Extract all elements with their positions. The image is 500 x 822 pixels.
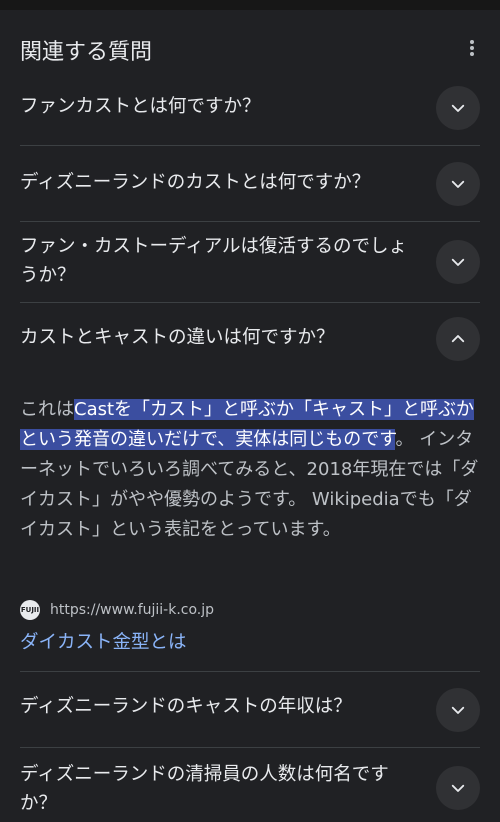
chevron-down-icon[interactable] xyxy=(436,86,480,130)
divider xyxy=(20,145,480,146)
source-title-link[interactable]: ダイカスト金型とは xyxy=(20,628,187,654)
source-site[interactable]: FUJII https://www.fujii-k.co.jp xyxy=(20,598,214,622)
status-strip xyxy=(0,0,500,10)
question-row-6[interactable]: ディズニーランドの清掃員の人数は何名ですか？ xyxy=(0,760,500,822)
divider xyxy=(20,747,480,748)
chevron-up-icon[interactable] xyxy=(436,317,480,361)
question-row-5[interactable]: ディズニーランドのキャストの年収は？ xyxy=(0,686,500,746)
chevron-down-icon[interactable] xyxy=(436,766,480,810)
divider xyxy=(20,671,480,672)
chevron-down-icon[interactable] xyxy=(436,162,480,206)
chevron-down-icon[interactable] xyxy=(436,688,480,732)
question-row-4-expanded[interactable]: カストとキャストの違いは何ですか？ xyxy=(0,317,500,369)
section-title: 関連する質問 xyxy=(20,40,153,65)
question-text: ファンカストとは何ですか？ xyxy=(20,96,261,117)
chevron-down-icon[interactable] xyxy=(436,240,480,284)
site-favicon: FUJII xyxy=(20,600,40,620)
question-text: ディズニーランドのカストとは何ですか？ xyxy=(20,172,371,193)
divider xyxy=(20,221,480,222)
site-favicon-text: FUJII xyxy=(20,606,40,614)
kebab-icon[interactable] xyxy=(465,38,479,60)
question-text: カストとキャストの違いは何ですか？ xyxy=(20,327,335,348)
source-url: https://www.fujii-k.co.jp xyxy=(50,602,215,618)
answer-text: これはCastを「カスト」と呼ぶか「キャスト」と呼ぶかという発音の違いだけで、実… xyxy=(20,395,482,545)
question-text: ファン・カストーディアルは復活するのでしょうか？ xyxy=(20,236,408,286)
question-row-2[interactable]: ディズニーランドのカストとは何ですか？ xyxy=(0,160,500,220)
answer-prefix: これは xyxy=(20,399,74,420)
question-row-3[interactable]: ファン・カストーディアルは復活するのでしょうか？ xyxy=(0,232,500,300)
divider xyxy=(20,302,480,303)
question-text: ディズニーランドのキャストの年収は？ xyxy=(20,696,352,717)
question-text: ディズニーランドの清掃員の人数は何名ですか？ xyxy=(20,764,389,814)
question-row-1[interactable]: ファンカストとは何ですか？ xyxy=(0,84,500,144)
